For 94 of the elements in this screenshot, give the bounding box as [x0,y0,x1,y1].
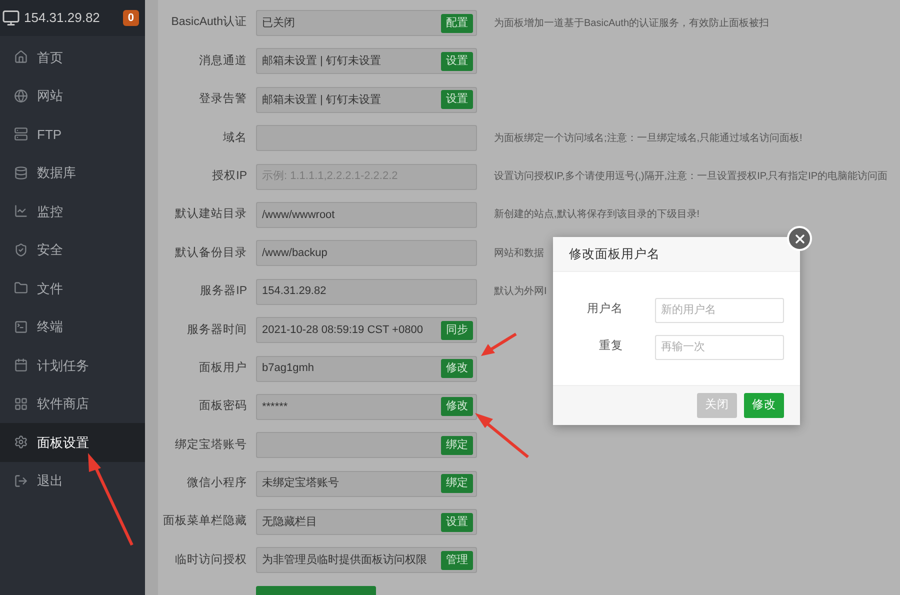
field-value: /www/backup [262,246,328,262]
folder-icon [14,281,28,296]
chart-icon [14,204,28,218]
setting-field[interactable]: /www/wwwroot [256,202,477,228]
sidebar-item[interactable]: 监控 [0,192,145,230]
logout-icon [14,474,28,488]
setting-field[interactable]: 已关闭 配置 [256,10,477,36]
field-value: 邮箱未设置 | 钉钉未设置 [262,54,382,70]
close-icon [792,232,806,246]
database-icon [14,166,28,180]
setting-description: 为面板绑定一个访问域名;注意：一旦绑定域名,只能通过域名访问面板! [494,132,802,146]
setting-label: 默认建站目录 [174,206,247,222]
server-ip: 154.31.29.82 [24,9,101,28]
sidebar-item[interactable]: 计划任务 [0,346,145,384]
setting-label: 面板密码 [198,398,247,414]
setting-label: 授权IP [211,168,247,184]
setting-field[interactable] [256,125,477,152]
setting-description: 为面板增加一道基于BasicAuth的认证服务，有效防止面板被扫 [494,16,770,30]
dialog-field-label: 用户名 [586,301,623,318]
sidebar-item[interactable]: FTP [0,115,145,154]
close-button[interactable] [787,226,812,251]
setting-field[interactable]: /www/backup [256,240,477,266]
computer-icon [2,9,20,27]
setting-button[interactable]: 绑定 [441,436,473,455]
setting-label: 微信小程序 [186,475,247,492]
setting-label: 登录告警 [198,92,247,108]
setting-label: 面板菜单栏隐藏 [162,514,247,530]
setting-field[interactable]: b7ag1gmh 修改 [256,356,477,382]
notification-badge[interactable]: 0 [122,10,139,26]
setting-button[interactable]: 管理 [441,550,473,570]
field-value: 已关闭 [262,16,296,31]
setting-field[interactable]: 无隐藏栏目 设置 [256,509,477,536]
setting-field[interactable]: 未绑定宝塔账号 绑定 [256,470,477,497]
field-value: b7ag1gmh [262,361,315,376]
setting-field[interactable]: 绑定 [256,432,477,458]
field-value: ****** [262,400,289,415]
setting-field[interactable]: 邮箱未设置 | 钉钉未设置 设置 [256,48,477,74]
field-value: 154.31.29.82 [262,284,328,300]
sidebar-item[interactable]: 退出 [0,462,145,500]
calendar-icon [14,358,28,372]
field-value: 邮箱未设置 | 钉钉未设置 [262,92,382,108]
field-value: 2021-10-28 08:59:19 CST +0800 [262,322,424,338]
setting-field[interactable]: 2021-10-28 08:59:19 CST +0800 同步 [256,317,477,344]
setting-button[interactable]: 设置 [441,90,473,110]
settings-icon [14,435,28,450]
sidebar-item[interactable]: 数据库 [0,154,145,192]
sidebar-item[interactable]: 面板设置 [0,423,145,462]
setting-label: 服务器IP [199,284,247,300]
sidebar-item[interactable]: 首页 [0,38,145,76]
sidebar-item[interactable]: 网站 [0,76,145,115]
dialog-field-label: 重复 [598,338,623,354]
annotation-arrow [474,411,530,459]
dialog-input[interactable]: 再输一次 [655,334,784,360]
setting-field[interactable]: 邮箱未设置 | 钉钉未设置 设置 [256,86,477,113]
setting-label: 面板用户 [198,360,247,376]
setting-button[interactable]: 设置 [441,52,473,71]
server-icon [14,127,28,142]
setting-label: 默认备份目录 [174,246,247,261]
field-value: 无隐藏栏目 [262,514,318,530]
dialog-input[interactable]: 新的用户名 [655,298,784,322]
home-icon [14,50,28,64]
sidebar-item[interactable]: 软件商店 [0,384,145,423]
setting-field[interactable]: 154.31.29.82 [256,278,477,305]
setting-description: 网站和数据 [494,246,544,261]
setting-button[interactable]: 修改 [441,397,473,416]
setting-field[interactable]: 为非管理员临时提供面板访问权限 管理 [256,547,477,574]
globe-icon [14,88,28,103]
terminal-icon [14,320,28,334]
setting-label: 域名 [222,130,247,146]
setting-button[interactable]: 配置 [441,14,473,32]
sidebar-item[interactable]: 终端 [0,308,145,346]
sidebar-item[interactable]: 安全 [0,230,145,269]
dialog-button[interactable]: 修改 [744,393,784,418]
setting-label: 服务器时间 [186,322,247,338]
setting-button[interactable]: 设置 [441,512,473,532]
setting-description: 设置访问授权IP,多个请使用逗号(,)隔开,注意：一旦设置授权IP,只有指定IP的电脑能访问面 [494,170,888,184]
setting-label: BasicAuth认证 [170,14,247,30]
sidebar-item[interactable]: 文件 [0,269,145,308]
field-value: 为非管理员临时提供面板访问权限 [262,552,428,568]
annotation-arrow [480,332,518,358]
setting-description: 新创建的站点,默认将保存到该目录的下级目录! [494,208,700,222]
grid-icon [14,396,28,411]
shield-icon [14,242,28,257]
setting-label: 消息通道 [198,54,247,69]
dialog-title: 修改面板用户名 [569,246,660,263]
setting-description: 默认为外网I [494,284,547,300]
setting-field[interactable]: ****** 修改 [256,394,477,420]
setting-label: 绑定宝塔账号 [174,437,247,453]
setting-button[interactable]: 绑定 [441,474,473,494]
field-value: 未绑定宝塔账号 [262,476,340,492]
setting-button[interactable]: 修改 [441,359,473,378]
field-value: /www/wwwroot [262,208,336,223]
setting-label: 临时访问授权 [174,552,247,568]
setting-button[interactable]: 同步 [441,320,473,340]
